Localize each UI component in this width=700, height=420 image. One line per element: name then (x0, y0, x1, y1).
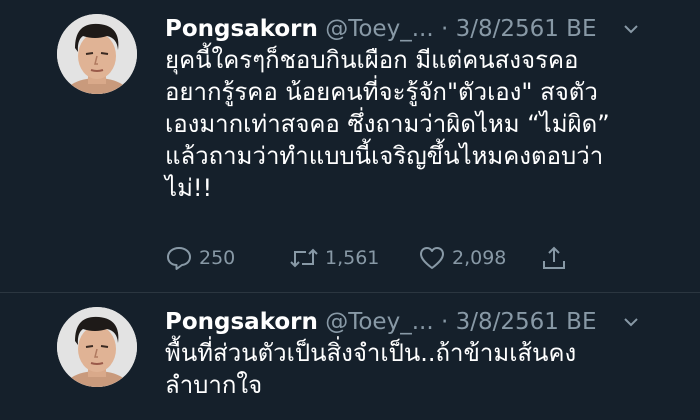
avatar[interactable] (57, 14, 137, 94)
author-handle[interactable]: @Toey_... (325, 309, 433, 335)
tweet-text-line: แล้วถามว่าทำแบบนี้เจริญขึ้นไหมคงตอบว่า (165, 142, 604, 170)
tweet-card[interactable]: Pongsakorn @Toey_... · 3/8/2561 BE พื้นท… (0, 293, 700, 420)
like-button[interactable]: 2,098 (418, 240, 506, 276)
reply-icon (167, 247, 191, 270)
retweet-count: 1,561 (325, 247, 380, 269)
author-name[interactable]: Pongsakorn (165, 309, 318, 335)
chevron-down-icon[interactable] (622, 315, 640, 329)
author-handle[interactable]: @Toey_... (325, 16, 433, 42)
reply-button[interactable]: 250 (165, 240, 235, 276)
tweet-timeline: Pongsakorn @Toey_... · 3/8/2561 BE ยุคนี… (0, 0, 700, 420)
share-button[interactable] (540, 240, 574, 276)
tweet-text-line: พื้นที่ส่วนตัวเป็นสิ่งจำเป็น..ถ้าข้ามเส้… (165, 339, 577, 367)
reply-count: 250 (199, 247, 236, 269)
user-avatar-icon (57, 307, 137, 387)
tweet-text-line: ลำบากใจ (165, 371, 263, 399)
tweet-text: ยุคนี้ใครๆก็ชอบกินเผือก มีแต่คนสงจรคอ อย… (165, 44, 635, 204)
tweet-date[interactable]: 3/8/2561 BE (456, 309, 597, 335)
tweet-header: Pongsakorn @Toey_... · 3/8/2561 BE (165, 305, 645, 339)
tweet-actions: 250 1,561 2,098 (165, 240, 595, 276)
share-icon (543, 246, 565, 269)
chevron-down-icon[interactable] (622, 22, 640, 36)
tweet-text-line: ไม่!! (165, 174, 213, 202)
tweet-date[interactable]: 3/8/2561 BE (456, 16, 597, 42)
header-separator: · (440, 309, 449, 335)
tweet-header: Pongsakorn @Toey_... · 3/8/2561 BE (165, 12, 645, 46)
avatar[interactable] (57, 307, 137, 387)
header-separator: · (440, 16, 449, 42)
tweet-text-line: เองมากเท่าสจคอ ซึ่งถามว่าผิดไหม “ไม่ผิด” (165, 110, 610, 138)
tweet-text-line: อยากรู้รคอ น้อยคนที่จะรู้จัก"ตัวเอง" สจต… (165, 78, 598, 106)
tweet-card[interactable]: Pongsakorn @Toey_... · 3/8/2561 BE ยุคนี… (0, 0, 700, 292)
retweet-button[interactable]: 1,561 (289, 240, 379, 276)
user-avatar-icon (57, 14, 137, 94)
like-count: 2,098 (452, 247, 507, 269)
heart-icon (420, 247, 444, 269)
tweet-text-line: ยุคนี้ใครๆก็ชอบกินเผือก มีแต่คนสงจรคอ (165, 46, 579, 74)
author-name[interactable]: Pongsakorn (165, 16, 318, 42)
retweet-icon (290, 248, 318, 268)
tweet-text: พื้นที่ส่วนตัวเป็นสิ่งจำเป็น..ถ้าข้ามเส้… (165, 337, 635, 401)
